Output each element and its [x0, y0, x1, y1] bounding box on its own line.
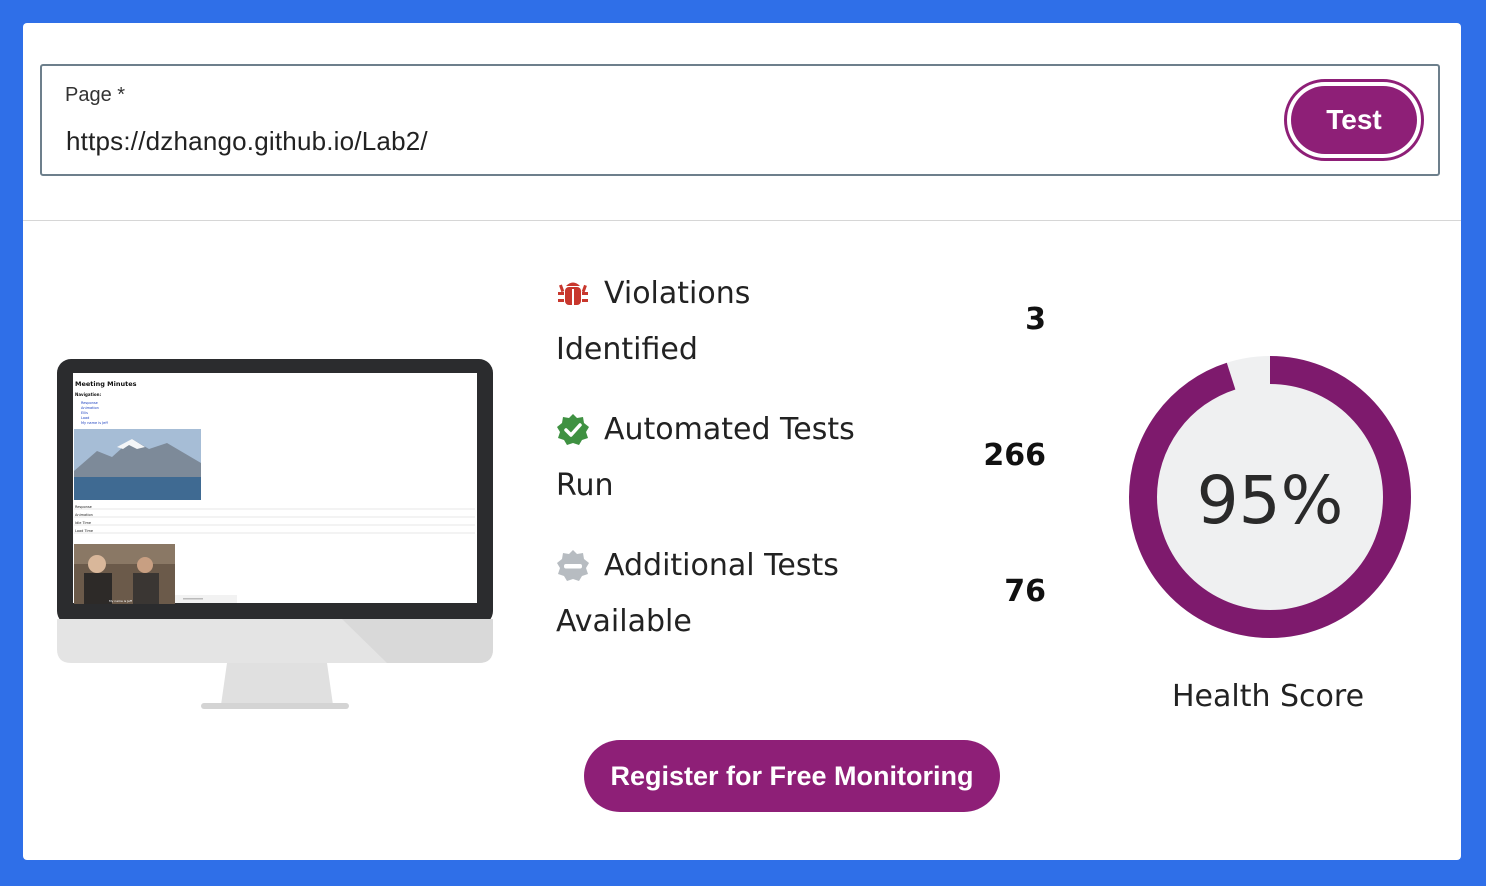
test-button-label: Test: [1291, 86, 1417, 154]
health-score-label: Health Score: [1171, 679, 1365, 714]
minus-badge-icon: [556, 546, 590, 581]
stat-automated-title: Automated Tests: [604, 412, 855, 447]
stat-additional-subtitle: Available: [556, 604, 692, 639]
register-monitoring-button[interactable]: Register for Free Monitoring: [584, 740, 1000, 812]
test-card: Page * https://dzhango.github.io/Lab2/ T…: [23, 23, 1461, 860]
preview-nav-item: My name is Jeff: [81, 421, 108, 425]
health-score-gauge: 95%: [1129, 356, 1411, 638]
preview-nav-label: Navigation:: [75, 392, 101, 397]
preview-section: Idle Time: [75, 521, 91, 525]
preview-video-caption: My name is Jeff: [109, 599, 133, 603]
stat-automated-subtitle: Run: [556, 468, 614, 503]
stat-automated-value: 266: [983, 438, 1046, 473]
stat-violations: Violations Identified 3: [556, 266, 1046, 378]
stat-additional-value: 76: [1004, 574, 1046, 609]
page-url-input[interactable]: https://dzhango.github.io/Lab2/: [66, 126, 428, 157]
preview-nav-item: Load: [81, 416, 89, 420]
bug-icon: [556, 274, 590, 308]
test-button[interactable]: Test: [1284, 79, 1424, 161]
stat-violations-title: Violations: [604, 276, 751, 311]
stat-violations-value: 3: [1025, 302, 1046, 337]
preview-section: Response: [75, 505, 92, 509]
page-url-field[interactable]: Page * https://dzhango.github.io/Lab2/ T…: [40, 64, 1440, 176]
preview-section: Animation: [75, 513, 93, 517]
preview-nav-item: Animation: [81, 406, 99, 410]
preview-section: Load Time: [75, 529, 93, 533]
stat-additional-title: Additional Tests: [604, 548, 839, 583]
preview-nav-item: Ellis: [81, 411, 88, 415]
preview-heading: Meeting Minutes: [75, 380, 137, 388]
stat-automated-tests: Automated Tests Run 266: [556, 402, 1046, 514]
divider: [23, 220, 1461, 221]
health-score-value: 95%: [1197, 462, 1344, 539]
page-field-label: Page *: [65, 84, 126, 106]
preview-nav-item: Response: [81, 401, 98, 405]
stat-additional-tests: Additional Tests Available 76: [556, 538, 1046, 650]
page-preview-monitor: Meeting Minutes Navigation: Response Ani…: [57, 359, 493, 709]
stat-violations-subtitle: Identified: [556, 332, 698, 367]
check-badge-icon: [556, 410, 590, 445]
preview-landscape-image: [74, 429, 201, 500]
